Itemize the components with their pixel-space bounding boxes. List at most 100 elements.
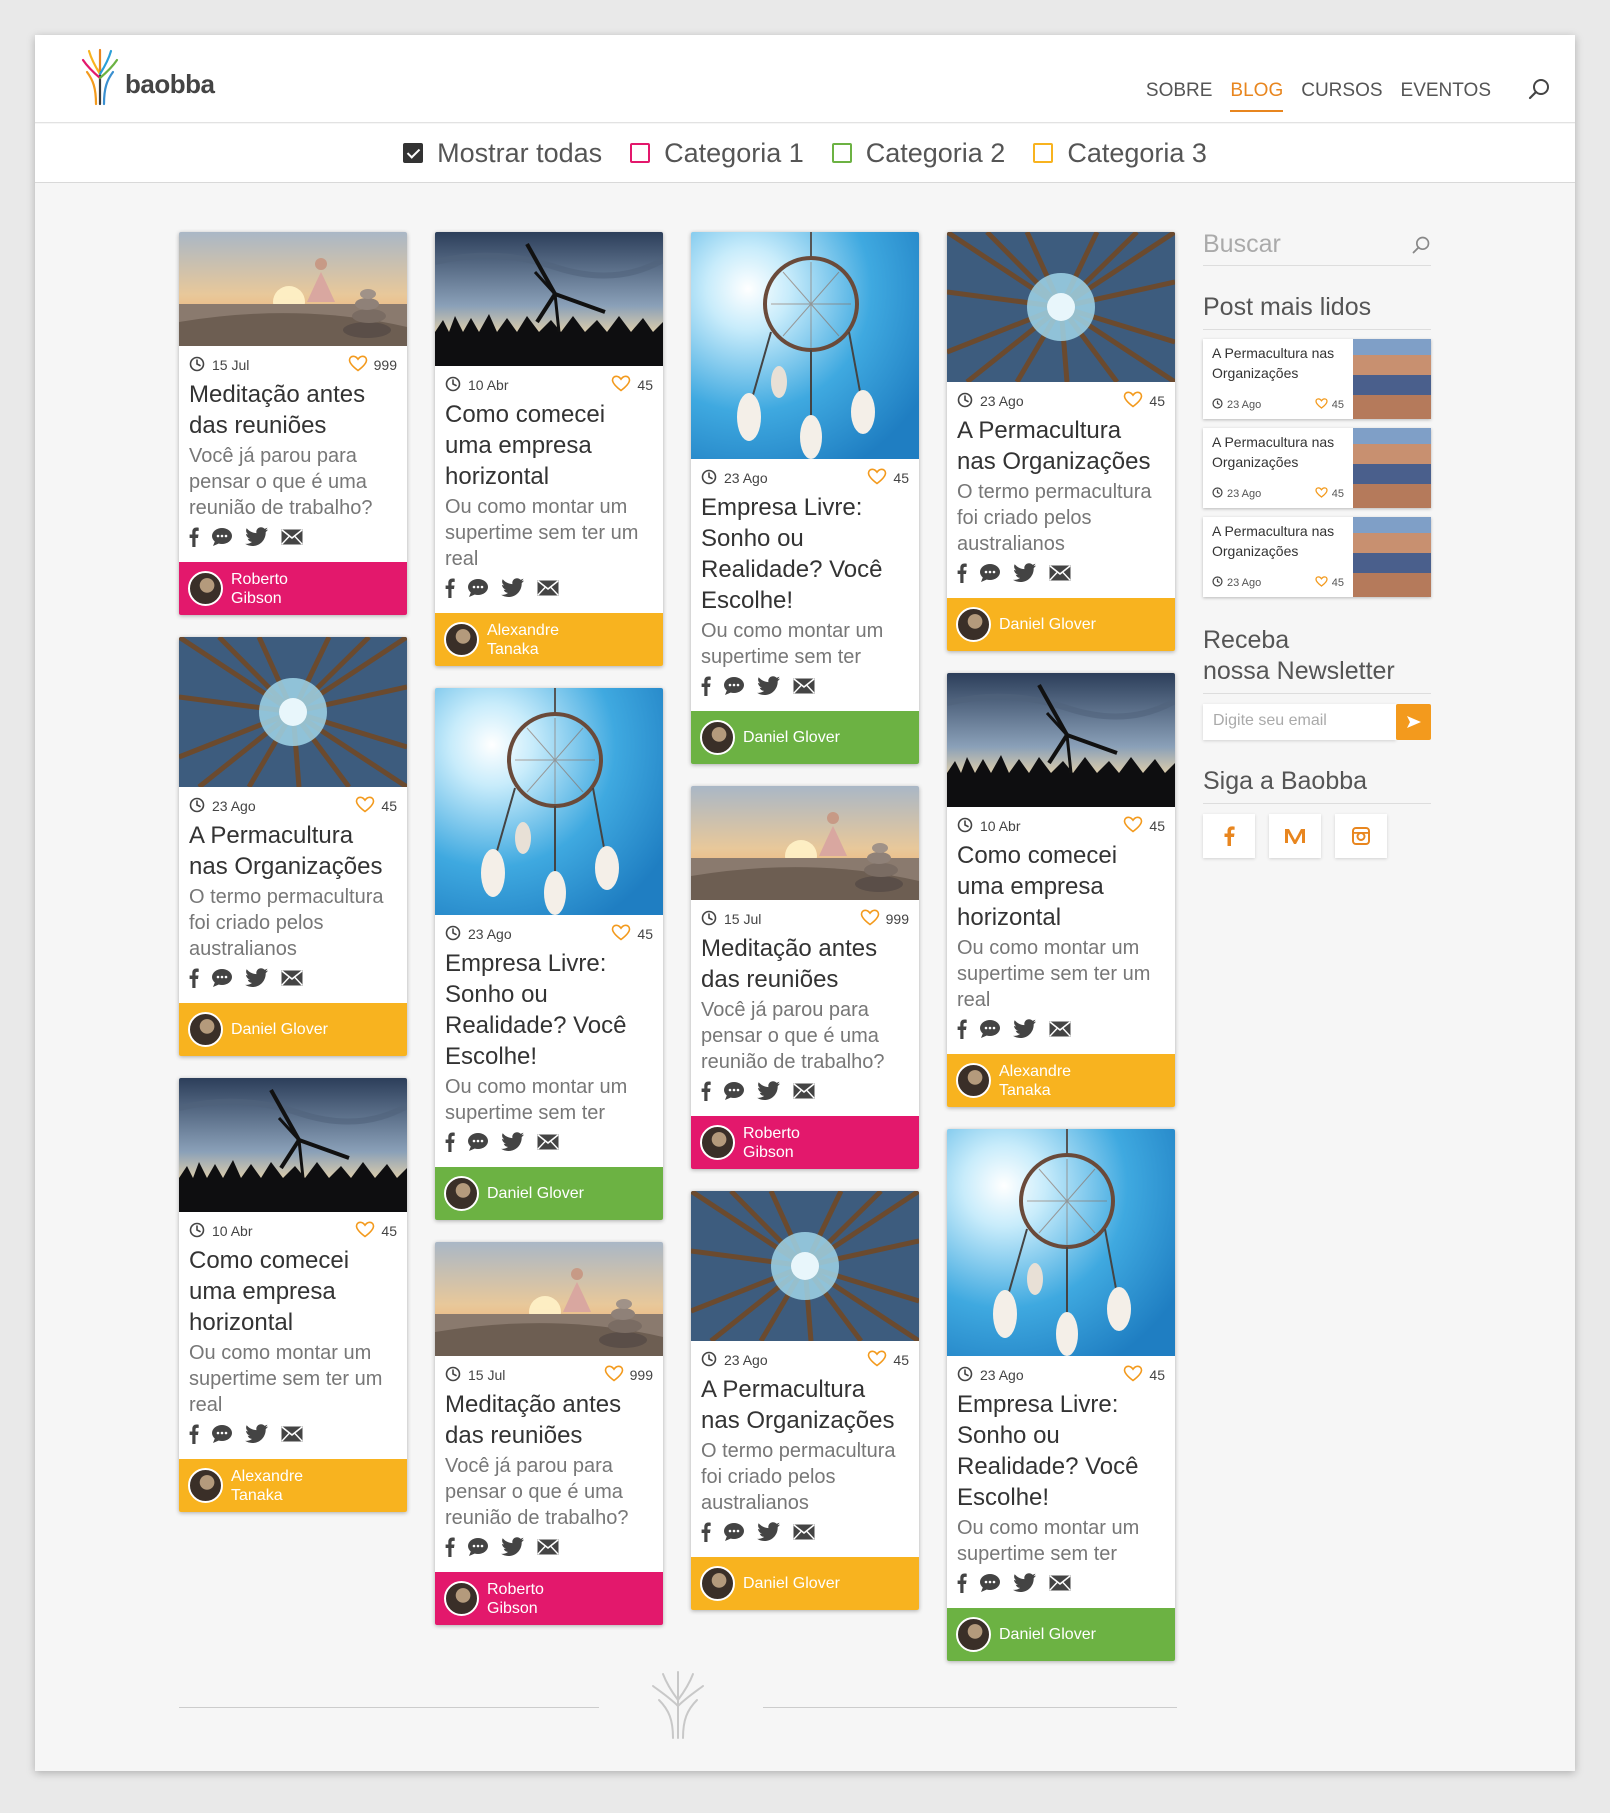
comment-icon[interactable]: [979, 563, 1001, 588]
popular-post-title[interactable]: A Permacultura nas Organizações: [1212, 432, 1344, 472]
heart-icon[interactable]: [355, 796, 375, 816]
heart-icon[interactable]: [860, 909, 880, 929]
twitter-icon[interactable]: [245, 1424, 269, 1449]
medium-button[interactable]: [1269, 814, 1321, 858]
post-author[interactable]: Roberto Gibson: [179, 562, 407, 615]
sidebar-search-input[interactable]: Buscar: [1203, 230, 1281, 259]
post-title[interactable]: Como comecei uma empresa horizontal: [947, 836, 1175, 933]
comment-icon[interactable]: [467, 578, 489, 603]
post-card[interactable]: 23 Ago 45 A Permacultura nas Organizações O…: [179, 637, 407, 1056]
filter-category-1[interactable]: Categoria 1: [630, 138, 804, 169]
nav-cursos[interactable]: CURSOS: [1301, 80, 1382, 112]
heart-icon[interactable]: [1123, 816, 1143, 836]
post-likes[interactable]: 45: [1123, 816, 1165, 836]
twitter-icon[interactable]: [501, 1537, 525, 1562]
post-card[interactable]: 10 Abr 45 Como comecei uma empresa horizon…: [179, 1078, 407, 1512]
post-card[interactable]: 15 Jul 999 Meditação antes das reuniões Voc…: [691, 786, 919, 1169]
post-likes[interactable]: 45: [867, 1350, 909, 1370]
email-icon[interactable]: [793, 678, 815, 699]
filter-show-all[interactable]: Mostrar todas: [403, 138, 602, 169]
twitter-icon[interactable]: [757, 676, 781, 701]
popular-post-image[interactable]: [1353, 428, 1431, 508]
heart-icon[interactable]: [355, 1221, 375, 1241]
comment-icon[interactable]: [211, 968, 233, 993]
instagram-button[interactable]: [1335, 814, 1387, 858]
post-likes[interactable]: 999: [860, 909, 909, 929]
post-image[interactable]: [435, 1242, 663, 1356]
post-title[interactable]: A Permacultura nas Organizações: [179, 816, 407, 882]
post-image[interactable]: [179, 1078, 407, 1212]
comment-icon[interactable]: [723, 1081, 745, 1106]
post-image[interactable]: [691, 232, 919, 459]
comment-icon[interactable]: [467, 1132, 489, 1157]
heart-icon[interactable]: [867, 468, 887, 488]
post-title[interactable]: Empresa Livre: Sonho ou Realidade? Você …: [947, 1385, 1175, 1513]
post-likes[interactable]: 45: [867, 468, 909, 488]
post-author[interactable]: Daniel Glover: [435, 1167, 663, 1220]
post-image[interactable]: [691, 1191, 919, 1341]
post-image[interactable]: [435, 688, 663, 915]
post-author[interactable]: Daniel Glover: [947, 598, 1175, 651]
post-image[interactable]: [179, 637, 407, 787]
email-icon[interactable]: [281, 1426, 303, 1447]
post-card[interactable]: 23 Ago 45 Empresa Livre: Sonho ou Realidad…: [435, 688, 663, 1220]
comment-icon[interactable]: [723, 1522, 745, 1547]
heart-icon[interactable]: [611, 375, 631, 395]
post-title[interactable]: Como comecei uma empresa horizontal: [179, 1241, 407, 1338]
post-author[interactable]: Alexandre Tanaka: [435, 613, 663, 666]
email-icon[interactable]: [537, 1539, 559, 1560]
post-image[interactable]: [435, 232, 663, 366]
twitter-icon[interactable]: [1013, 563, 1037, 588]
email-icon[interactable]: [281, 529, 303, 550]
post-title[interactable]: A Permacultura nas Organizações: [947, 411, 1175, 477]
twitter-icon[interactable]: [245, 527, 269, 552]
popular-post-item[interactable]: A Permacultura nas Organizações 23 Ago 45: [1203, 339, 1431, 419]
post-likes[interactable]: 45: [355, 796, 397, 816]
heart-icon[interactable]: [604, 1365, 624, 1385]
post-title[interactable]: Meditação antes das reuniões: [179, 375, 407, 441]
comment-icon[interactable]: [467, 1537, 489, 1562]
twitter-icon[interactable]: [501, 578, 525, 603]
heart-icon[interactable]: [1123, 1365, 1143, 1385]
email-icon[interactable]: [537, 580, 559, 601]
facebook-icon[interactable]: [189, 1424, 199, 1449]
post-likes[interactable]: 999: [348, 355, 397, 375]
email-icon[interactable]: [1049, 565, 1071, 586]
post-card[interactable]: 10 Abr 45 Como comecei uma empresa horizon…: [947, 673, 1175, 1107]
post-likes[interactable]: 45: [1123, 391, 1165, 411]
post-title[interactable]: Como comecei uma empresa horizontal: [435, 395, 663, 492]
email-icon[interactable]: [793, 1083, 815, 1104]
post-title[interactable]: Empresa Livre: Sonho ou Realidade? Você …: [435, 944, 663, 1072]
facebook-icon[interactable]: [701, 1522, 711, 1547]
post-image[interactable]: [691, 786, 919, 900]
post-author[interactable]: Roberto Gibson: [691, 1116, 919, 1169]
filter-checkbox[interactable]: [831, 143, 852, 163]
email-icon[interactable]: [793, 1524, 815, 1545]
comment-icon[interactable]: [211, 1424, 233, 1449]
post-likes[interactable]: 999: [604, 1365, 653, 1385]
post-author[interactable]: Daniel Glover: [179, 1003, 407, 1056]
popular-post-title[interactable]: A Permacultura nas Organizações: [1212, 343, 1344, 383]
filter-checkbox[interactable]: [1033, 143, 1054, 163]
facebook-icon[interactable]: [957, 1573, 967, 1598]
comment-icon[interactable]: [211, 527, 233, 552]
post-title[interactable]: A Permacultura nas Organizações: [691, 1370, 919, 1436]
facebook-icon[interactable]: [445, 1537, 455, 1562]
comment-icon[interactable]: [979, 1019, 1001, 1044]
heart-icon[interactable]: [348, 355, 368, 375]
post-card[interactable]: 15 Jul 999 Meditação antes das reuniões Voc…: [435, 1242, 663, 1625]
filter-category-2[interactable]: Categoria 2: [831, 138, 1005, 169]
heart-icon[interactable]: [611, 924, 631, 944]
post-image[interactable]: [179, 232, 407, 346]
newsletter-submit-button[interactable]: [1396, 704, 1431, 740]
nav-eventos[interactable]: EVENTOS: [1401, 80, 1491, 112]
facebook-icon[interactable]: [957, 563, 967, 588]
post-title[interactable]: Empresa Livre: Sonho ou Realidade? Você …: [691, 488, 919, 616]
popular-post-title[interactable]: A Permacultura nas Organizações: [1212, 521, 1344, 561]
post-card[interactable]: 10 Abr 45 Como comecei uma empresa horizon…: [435, 232, 663, 666]
post-author[interactable]: Roberto Gibson: [435, 1572, 663, 1625]
header-search-icon[interactable]: [1527, 77, 1553, 103]
post-author[interactable]: Alexandre Tanaka: [179, 1459, 407, 1512]
email-icon[interactable]: [1049, 1021, 1071, 1042]
facebook-icon[interactable]: [701, 1081, 711, 1106]
